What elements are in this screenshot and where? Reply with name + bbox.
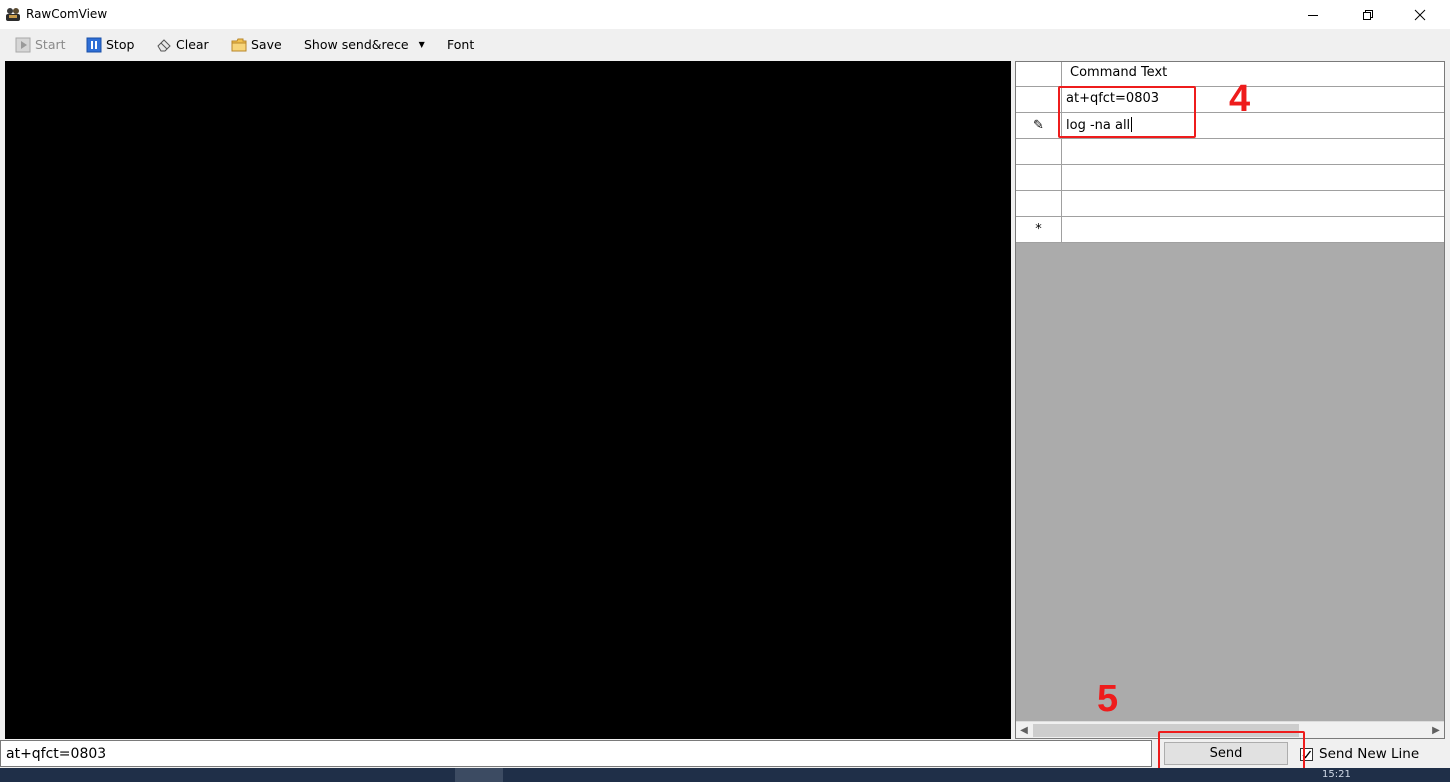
clear-button[interactable]: Clear <box>156 35 209 55</box>
rawcomview-app-icon <box>6 8 20 21</box>
grid-row[interactable] <box>1016 165 1444 191</box>
start-button[interactable]: Start <box>15 35 66 55</box>
os-taskbar: 15:21 <box>0 768 1450 782</box>
grid-row[interactable] <box>1016 191 1444 217</box>
font-label: Font <box>447 37 475 52</box>
taskbar-app-button[interactable] <box>455 768 503 782</box>
play-icon <box>15 37 31 53</box>
window-title: RawComView <box>26 7 108 21</box>
command-input[interactable] <box>0 740 1152 767</box>
row-header[interactable] <box>1016 165 1062 190</box>
toolbar: Start Stop Clear Save Show send&rece ▼ F… <box>0 29 1450 60</box>
show-mode-dropdown[interactable]: Show send&rece ▼ <box>304 35 425 55</box>
column-header-command-text[interactable]: Command Text <box>1070 65 1167 80</box>
save-label: Save <box>251 37 282 52</box>
grid-new-row[interactable]: * <box>1016 217 1444 243</box>
restore-icon <box>1363 9 1373 20</box>
annotation-box-5 <box>1158 731 1305 772</box>
row-header[interactable] <box>1016 87 1062 112</box>
send-new-line-label: Send New Line <box>1319 746 1420 762</box>
annotation-box-4 <box>1058 86 1196 138</box>
close-icon <box>1414 9 1426 20</box>
show-mode-label: Show send&rece <box>304 37 409 52</box>
restore-button[interactable] <box>1345 0 1391 29</box>
close-button[interactable] <box>1397 0 1443 29</box>
font-button[interactable]: Font <box>447 35 474 55</box>
clear-label: Clear <box>176 37 209 52</box>
folder-icon <box>231 38 247 52</box>
annotation-label-5: 5 <box>1097 678 1119 720</box>
edit-pencil-icon: ✎ <box>1016 113 1062 138</box>
row-header-corner[interactable] <box>1016 62 1062 86</box>
grid-row[interactable] <box>1016 139 1444 165</box>
stop-button[interactable]: Stop <box>86 35 134 55</box>
minimize-icon <box>1308 14 1318 16</box>
annotation-label-4: 4 <box>1229 78 1251 120</box>
scroll-right-icon[interactable]: ▶ <box>1428 723 1444 738</box>
output-console[interactable] <box>5 61 1011 739</box>
save-button[interactable]: Save <box>231 35 282 55</box>
send-new-line-option[interactable]: Send New Line <box>1300 745 1419 763</box>
scroll-left-icon[interactable]: ◀ <box>1016 723 1032 738</box>
row-header[interactable] <box>1016 191 1062 216</box>
dropdown-arrow-icon: ▼ <box>418 40 425 49</box>
new-row-asterisk-icon: * <box>1016 217 1062 242</box>
minimize-button[interactable] <box>1290 0 1336 29</box>
taskbar-clock: 15:21 <box>1322 769 1351 780</box>
command-grid: Command Text at+qfct=0803 ✎ log -na all … <box>1015 61 1445 739</box>
pause-icon <box>86 37 102 53</box>
start-label: Start <box>35 37 66 52</box>
title-bar: RawComView <box>0 0 1450 29</box>
stop-label: Stop <box>106 37 135 52</box>
eraser-icon <box>157 39 171 52</box>
row-header[interactable] <box>1016 139 1062 164</box>
